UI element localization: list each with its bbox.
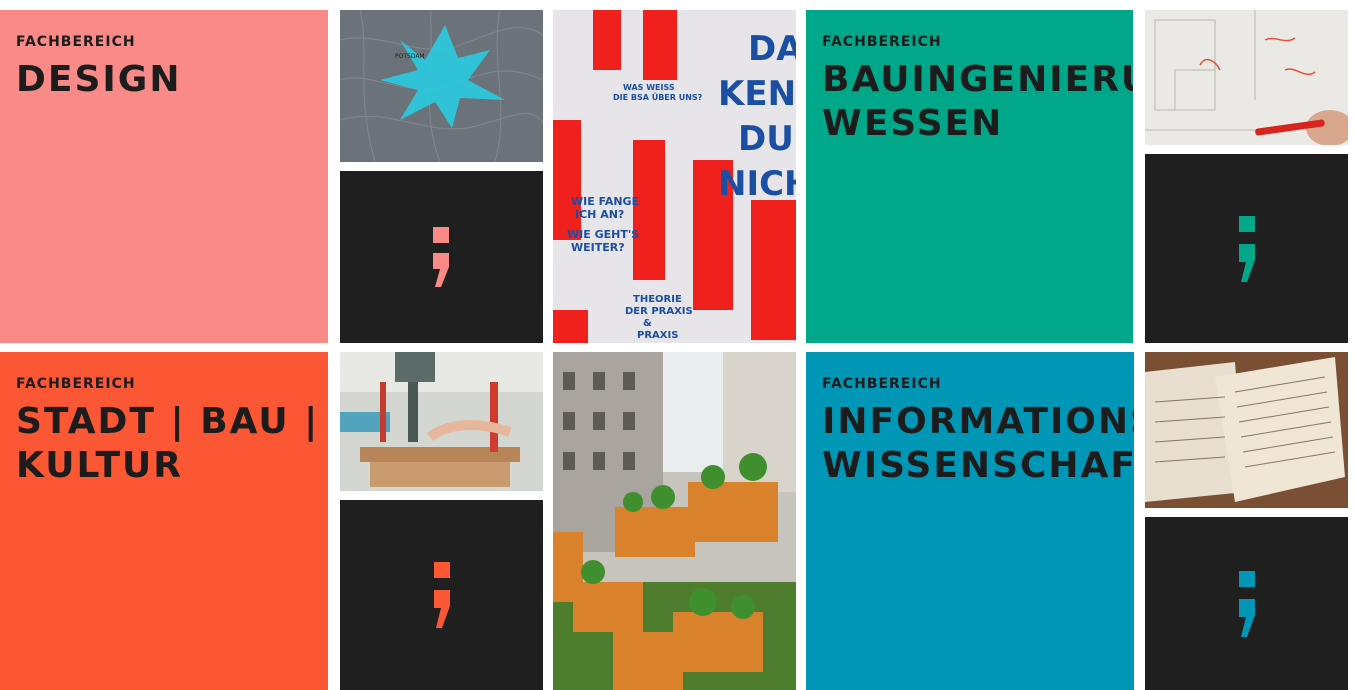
tile-design[interactable]: FACHBEREICH DESIGN	[0, 10, 328, 343]
poster-text: DIE BSA ÜBER UNS?	[613, 92, 703, 102]
poster-text: WIE FANGE	[571, 195, 639, 208]
tile-title: BAUINGENIERU WESSEN	[822, 59, 1133, 144]
poster-text: THEORIE	[633, 294, 682, 305]
poster-text: PRAXIS	[637, 330, 678, 341]
poster-text: WAS WEISS	[623, 83, 675, 92]
semicolon-logo-icon	[1238, 215, 1255, 282]
tile-bauingenieurwesen[interactable]: FACHBEREICH BAUINGENIERU WESSEN	[806, 10, 1133, 343]
planters-illustration	[553, 352, 796, 690]
manuscript-image[interactable]	[1145, 352, 1348, 508]
poster-headline: NICH	[718, 164, 796, 204]
poster-text: ICH AN?	[575, 208, 624, 221]
semicolon-logo-icon	[432, 227, 449, 287]
logo-tile	[340, 171, 543, 343]
logo-tile	[1145, 517, 1348, 690]
tile-informationswissenschaften[interactable]: FACHBEREICH INFORMATIONS WISSENSCHAFTEN	[806, 352, 1134, 690]
poster-headline: DA	[748, 29, 796, 69]
poster-headline: DU	[738, 119, 794, 159]
tile-kicker: FACHBEREICH	[16, 376, 136, 392]
manuscript-illustration	[1145, 352, 1348, 508]
tile-kicker: FACHBEREICH	[822, 34, 942, 50]
poster-illustration: DA KENN DU NICH WAS WEISS DIE BSA ÜBER U…	[553, 10, 796, 343]
semicolon-logo-icon	[1238, 570, 1255, 637]
tile-title: DESIGN	[16, 59, 182, 100]
workshop-image[interactable]	[340, 352, 543, 491]
planters-image[interactable]	[553, 352, 796, 690]
tile-title: STADT | BAU | KULTUR	[16, 401, 320, 486]
poster-text: WEITER?	[571, 241, 625, 254]
map-label: POTSDAM	[395, 53, 425, 60]
logo-tile	[340, 500, 543, 690]
logo-tile	[1145, 154, 1348, 343]
tile-kicker: FACHBEREICH	[822, 376, 942, 392]
tile-title: INFORMATIONS WISSENSCHAFTEN	[822, 401, 1134, 486]
map-image[interactable]: POTSDAM	[340, 10, 543, 162]
drawing-image[interactable]	[1145, 10, 1348, 145]
poster-headline: KENN	[718, 74, 796, 114]
poster-text: DER PRAXIS	[625, 306, 693, 317]
map-illustration: POTSDAM	[340, 10, 543, 162]
tile-stadt-bau-kultur[interactable]: FACHBEREICH STADT | BAU | KULTUR	[0, 352, 328, 690]
poster-text: &	[643, 318, 652, 329]
drawing-illustration	[1145, 10, 1348, 145]
poster-image[interactable]: DA KENN DU NICH WAS WEISS DIE BSA ÜBER U…	[553, 10, 796, 343]
tile-kicker: FACHBEREICH	[16, 34, 136, 50]
poster-text: WIE GEHT'S	[567, 228, 639, 241]
semicolon-logo-icon	[433, 562, 450, 628]
workshop-illustration	[340, 352, 543, 491]
